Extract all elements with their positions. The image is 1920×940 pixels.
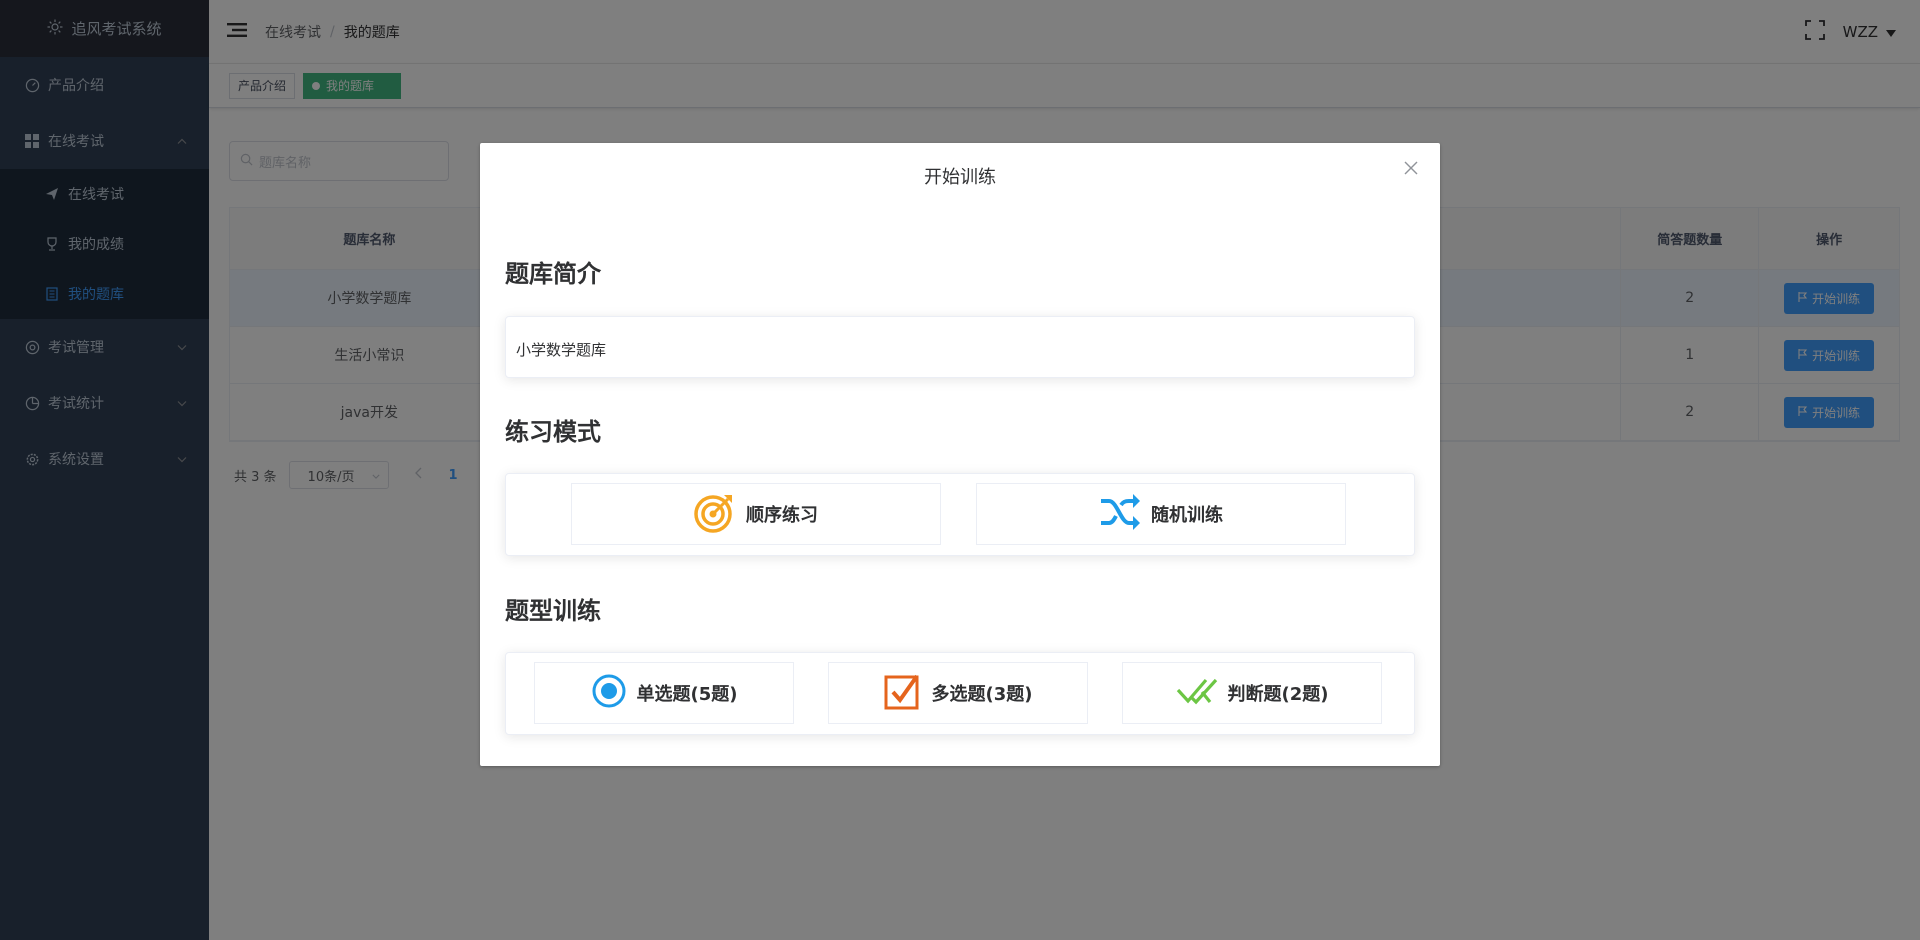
double-check-icon	[1176, 674, 1218, 713]
mode-label: 顺序练习	[746, 505, 818, 526]
type-card: 单选题(5题) 多选题(3题) 判断题(2题)	[505, 652, 1415, 735]
sequential-practice-button[interactable]: 顺序练习	[571, 483, 941, 545]
type-label: 判断题(2题)	[1227, 684, 1329, 705]
single-choice-button[interactable]: 单选题(5题)	[534, 662, 794, 724]
mode-card: 顺序练习 随机训练	[505, 473, 1415, 556]
start-training-dialog: 开始训练 题库简介 小学数学题库 练习模式 顺序练习 随机训练 题型训练 单选题…	[480, 143, 1440, 766]
target-icon	[694, 491, 736, 538]
type-label: 单选题(5题)	[636, 684, 738, 705]
true-false-button[interactable]: 判断题(2题)	[1122, 662, 1382, 724]
radio-icon	[591, 673, 627, 714]
random-training-button[interactable]: 随机训练	[976, 483, 1346, 545]
intro-card: 小学数学题库	[505, 316, 1415, 378]
dialog-title: 开始训练	[924, 167, 996, 188]
intro-section-title: 题库简介	[505, 260, 601, 288]
multiple-choice-button[interactable]: 多选题(3题)	[828, 662, 1088, 724]
mode-label: 随机训练	[1151, 505, 1223, 526]
type-label: 多选题(3题)	[931, 684, 1033, 705]
checkbox-icon	[884, 672, 922, 715]
shuffle-icon	[1099, 493, 1141, 536]
close-icon[interactable]	[1404, 161, 1420, 177]
type-section-title: 题型训练	[505, 597, 601, 625]
mode-section-title: 练习模式	[505, 418, 601, 446]
intro-text: 小学数学题库	[516, 341, 607, 359]
